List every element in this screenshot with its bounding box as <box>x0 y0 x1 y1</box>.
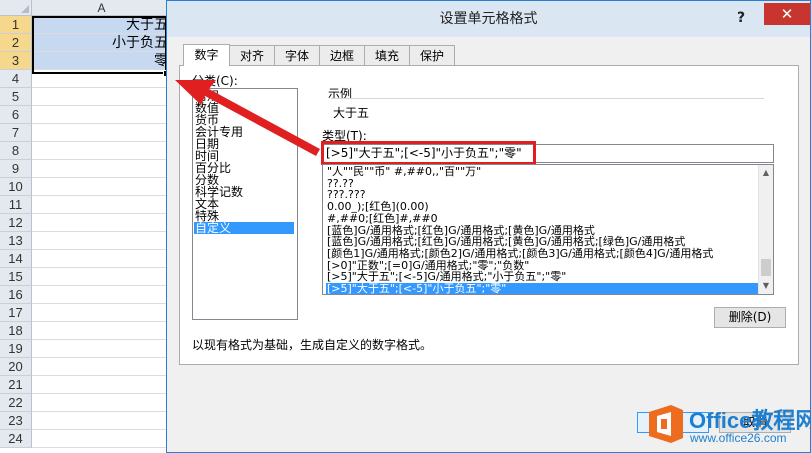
format-description: 以现有格式为基础，生成自定义的数字格式。 <box>192 338 433 352</box>
cell-a15[interactable] <box>32 268 172 286</box>
cell-a6[interactable] <box>32 106 172 124</box>
cell-a7[interactable] <box>32 124 172 142</box>
row-header[interactable]: 12 <box>0 214 32 232</box>
cell-a11[interactable] <box>32 196 172 214</box>
row-header[interactable]: 3 <box>0 52 32 70</box>
delete-button[interactable]: 删除(D) <box>714 307 786 328</box>
help-button[interactable]: ? <box>732 9 750 27</box>
cell-a21[interactable] <box>32 376 172 394</box>
cell-a22[interactable] <box>32 394 172 412</box>
cell-a3[interactable]: 零 <box>32 52 172 70</box>
tab-fill[interactable]: 填充 <box>364 45 410 65</box>
format-list-item[interactable]: #,##0;[红色]#,##0 <box>326 212 758 225</box>
cell-a17[interactable] <box>32 304 172 322</box>
row-header[interactable]: 19 <box>0 340 32 358</box>
format-cells-dialog: 设置单元格格式 ? ✕ 数字 对齐 字体 边框 填充 保护 分类(C): 常规数… <box>166 0 811 453</box>
cell-a5[interactable] <box>32 88 172 106</box>
tab-number[interactable]: 数字 <box>183 44 230 66</box>
sample-value: 大于五 <box>333 106 370 120</box>
cell-a9[interactable] <box>32 160 172 178</box>
cell-a24[interactable] <box>32 430 172 448</box>
scroll-down-icon[interactable]: ▼ <box>759 279 773 293</box>
category-label: 分类(C): <box>192 74 238 88</box>
tab-protection[interactable]: 保护 <box>409 45 455 65</box>
tab-font[interactable]: 字体 <box>274 45 320 65</box>
tab-border[interactable]: 边框 <box>319 45 365 65</box>
number-tab-panel: 分类(C): 常规 数值 货币 会计专用 日期 时间 百分比 分数 科学记数 文本 特殊 自定义 示例… <box>179 65 799 365</box>
close-button[interactable]: ✕ <box>764 3 810 25</box>
format-list-item[interactable]: ??.?? <box>326 177 758 190</box>
cell-a13[interactable] <box>32 232 172 250</box>
cell-a19[interactable] <box>32 340 172 358</box>
office-logo-icon <box>649 405 683 443</box>
format-list-item[interactable]: [>5]"大于五";[<-5]"小于负五";"零" <box>326 283 758 294</box>
row-header[interactable]: 8 <box>0 142 32 160</box>
dialog-title: 设置单元格格式 <box>439 11 538 27</box>
cell-a12[interactable] <box>32 214 172 232</box>
row-header[interactable]: 23 <box>0 412 32 430</box>
scroll-up-icon[interactable]: ▲ <box>759 166 773 180</box>
row-header[interactable]: 6 <box>0 106 32 124</box>
row-header[interactable]: 1 <box>0 16 32 34</box>
watermark: Office教程网 www.office26.com <box>646 402 811 448</box>
format-list-item[interactable]: "人""民""币" #,##0,,"百""万" <box>326 166 758 178</box>
cell-a1[interactable]: 大于五 <box>32 16 172 34</box>
row-header[interactable]: 9 <box>0 160 32 178</box>
row-header[interactable]: 17 <box>0 304 32 322</box>
category-item[interactable]: 自定义 <box>194 222 294 234</box>
select-all-corner[interactable] <box>0 0 32 16</box>
type-input[interactable]: [>5]"大于五";[<-5]"小于负五";"零" <box>322 144 774 163</box>
sample-divider <box>331 98 764 99</box>
row-header[interactable]: 5 <box>0 88 32 106</box>
row-header[interactable]: 20 <box>0 358 32 376</box>
row-header[interactable]: 21 <box>0 376 32 394</box>
category-list[interactable]: 常规 数值 货币 会计专用 日期 时间 百分比 分数 科学记数 文本 特殊 自定义 <box>192 88 298 320</box>
tab-alignment[interactable]: 对齐 <box>229 45 275 65</box>
format-code-list[interactable]: "人""民""币" #,##0,,"百""万"??.?????.??? 0.00_… <box>322 164 774 295</box>
sample-label: 示例 <box>328 87 353 101</box>
cell-a14[interactable] <box>32 250 172 268</box>
row-header[interactable]: 7 <box>0 124 32 142</box>
type-label: 类型(T): <box>322 129 367 143</box>
cell-a18[interactable] <box>32 322 172 340</box>
cell-a4[interactable] <box>32 70 172 88</box>
cell-a16[interactable] <box>32 286 172 304</box>
row-header[interactable]: 11 <box>0 196 32 214</box>
cell-a23[interactable] <box>32 412 172 430</box>
row-header[interactable]: 4 <box>0 70 32 88</box>
dialog-titlebar[interactable]: 设置单元格格式 ? ✕ <box>167 1 810 37</box>
row-header[interactable]: 2 <box>0 34 32 52</box>
cell-a8[interactable] <box>32 142 172 160</box>
row-header[interactable]: 15 <box>0 268 32 286</box>
row-header[interactable]: 10 <box>0 178 32 196</box>
row-header[interactable]: 16 <box>0 286 32 304</box>
row-header[interactable]: 14 <box>0 250 32 268</box>
watermark-url: www.office26.com <box>690 431 787 445</box>
row-header[interactable]: 13 <box>0 232 32 250</box>
cell-a10[interactable] <box>32 178 172 196</box>
cell-a2[interactable]: 小于负五 <box>32 34 172 52</box>
row-header[interactable]: 24 <box>0 430 32 448</box>
row-header[interactable]: 22 <box>0 394 32 412</box>
cell-a20[interactable] <box>32 358 172 376</box>
row-header[interactable]: 18 <box>0 322 32 340</box>
column-header-a[interactable]: A <box>32 0 172 16</box>
scroll-thumb[interactable] <box>761 259 771 276</box>
format-list-scrollbar[interactable]: ▲ ▼ <box>758 165 773 294</box>
